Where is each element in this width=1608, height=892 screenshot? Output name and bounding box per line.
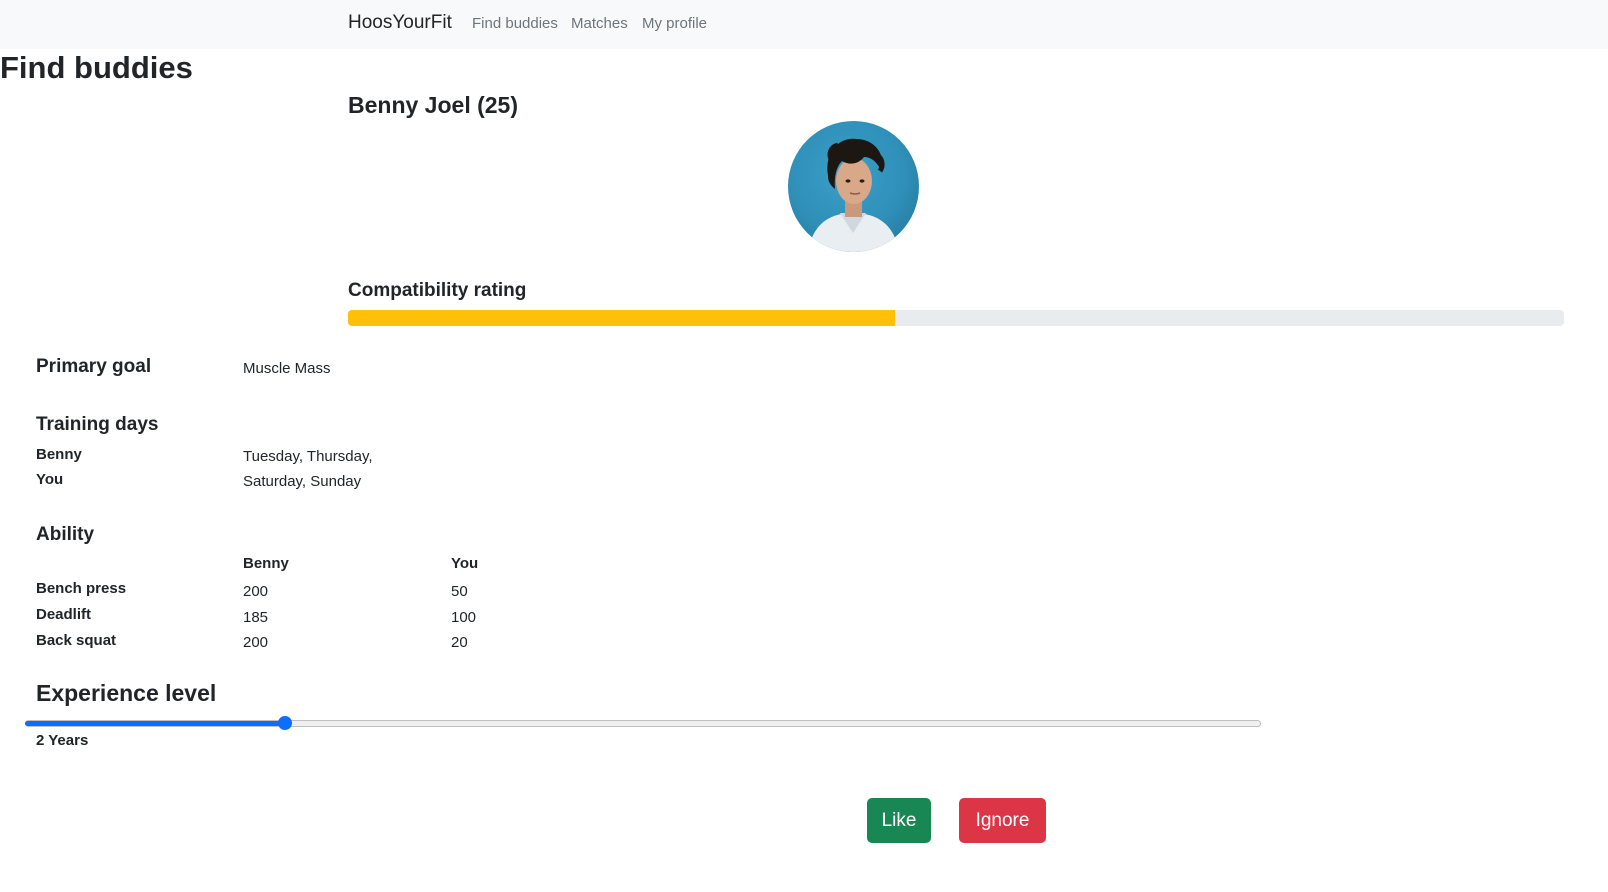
training-days-benny-label: Benny: [36, 446, 82, 463]
ability-col-you: You: [451, 555, 479, 572]
ability-row-label: Back squat: [36, 632, 117, 649]
ability-row-you: 50: [451, 583, 468, 600]
ability-row-you: 100: [451, 609, 477, 626]
ability-row-label: Deadlift: [36, 606, 92, 623]
experience-heading: Experience level: [36, 680, 217, 706]
brand-link[interactable]: HoosYourFit: [348, 12, 452, 34]
training-days-you-label: You: [36, 471, 64, 488]
navbar: HoosYourFit Find buddies Matches My prof…: [0, 0, 1608, 49]
like-button[interactable]: Like: [867, 798, 931, 843]
experience-slider-thumb[interactable]: [277, 716, 292, 730]
primary-goal-value: Muscle Mass: [243, 360, 331, 377]
compatibility-progress: [348, 310, 1564, 326]
primary-goal-heading: Primary goal: [36, 356, 152, 377]
nav-find-buddies[interactable]: Find buddies: [472, 15, 558, 32]
ability-row-benny: 185: [243, 609, 269, 626]
compatibility-label: Compatibility rating: [348, 280, 527, 301]
training-days-heading: Training days: [36, 414, 159, 435]
ability-row-you: 20: [451, 634, 468, 651]
ability-row-label: Bench press: [36, 580, 127, 597]
ignore-button[interactable]: Ignore: [959, 798, 1046, 843]
training-days-you-value: Saturday, Sunday: [243, 473, 362, 490]
nav-my-profile[interactable]: My profile: [642, 15, 707, 32]
experience-value: 2 Years: [36, 732, 89, 749]
experience-slider[interactable]: [25, 716, 1261, 730]
person-photo-icon: [808, 138, 899, 252]
ability-row-benny: 200: [243, 634, 269, 651]
training-days-benny-value: Tuesday, Thursday,: [243, 448, 373, 465]
nav-matches[interactable]: Matches: [571, 15, 628, 32]
ability-col-benny: Benny: [243, 555, 289, 572]
page-title: Find buddies: [0, 50, 193, 85]
ability-row-benny: 200: [243, 583, 269, 600]
profile-name: Benny Joel (25): [348, 92, 518, 118]
compatibility-progress-fill: [348, 310, 896, 326]
avatar: [788, 121, 919, 252]
experience-slider-fill: [25, 721, 285, 726]
ability-heading: Ability: [36, 524, 95, 545]
